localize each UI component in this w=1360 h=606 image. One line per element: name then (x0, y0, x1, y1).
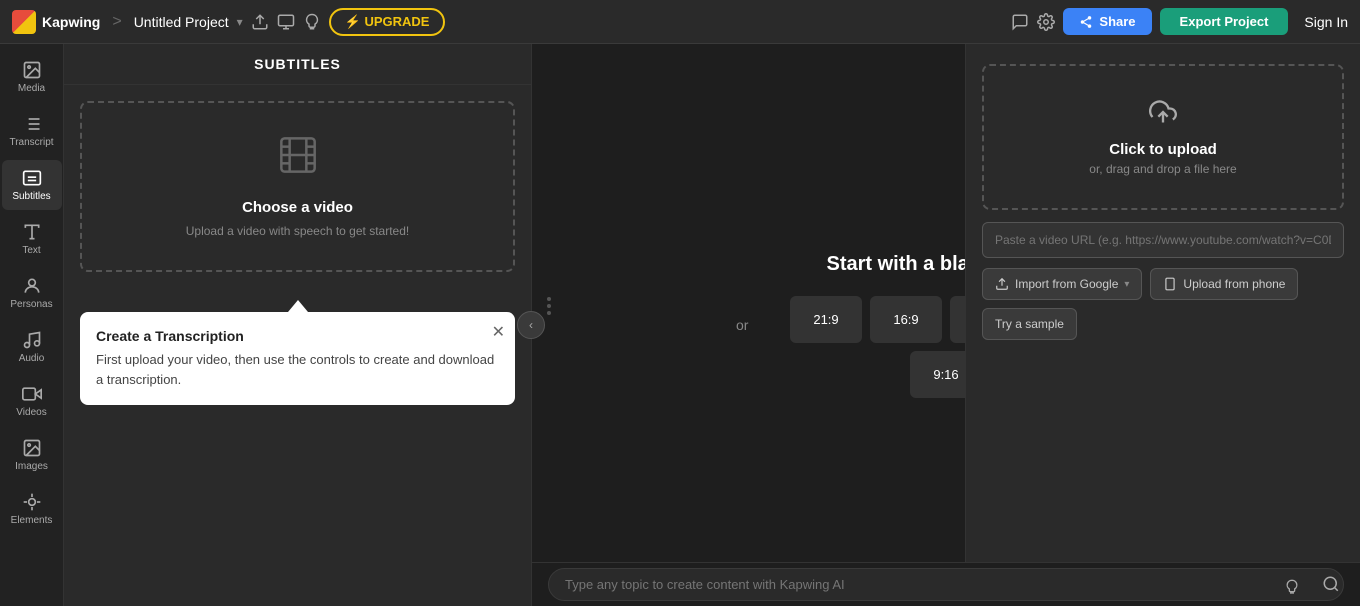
main-layout: Media Transcript Subtitles Text Personas… (0, 44, 1360, 606)
tooltip-arrow (288, 300, 308, 312)
upload-dropzone[interactable]: Click to upload or, drag and drop a file… (982, 64, 1344, 210)
sidebar-item-transcript[interactable]: Transcript (2, 106, 62, 156)
upload-phone-button[interactable]: Upload from phone (1150, 268, 1298, 300)
upload-click-text: Click to upload (1004, 141, 1322, 158)
sidebar-item-text[interactable]: Text (2, 214, 62, 264)
signin-button[interactable]: Sign In (1304, 14, 1348, 30)
tooltip-box: ✕ Create a Transcription First upload yo… (80, 312, 515, 405)
sidebar-item-audio[interactable]: Audio (2, 322, 62, 372)
upload-actions: Import from Google ▾ Upload from phone T… (982, 268, 1344, 340)
choose-video-title: Choose a video (242, 199, 353, 216)
tooltip-text: First upload your video, then use the co… (96, 350, 499, 389)
search-button[interactable] (1310, 562, 1352, 606)
upload-drag-text: or, drag and drop a file here (1004, 162, 1322, 176)
lightbulb-icon[interactable] (303, 13, 321, 31)
aspect-ratio-21-9[interactable]: 21:9 (790, 296, 862, 343)
or-label: or (736, 317, 748, 333)
upload-icon[interactable] (251, 13, 269, 31)
logo-icon (12, 10, 36, 34)
ai-prompt-input[interactable] (548, 568, 1344, 601)
share-button[interactable]: Share (1063, 8, 1151, 35)
tooltip-title: Create a Transcription (96, 328, 499, 344)
settings-icon[interactable] (1037, 13, 1055, 31)
url-input[interactable] (982, 222, 1344, 258)
aspect-ratio-16-9[interactable]: 16:9 (870, 296, 942, 343)
film-icon (278, 135, 318, 183)
sidebar-item-subtitles[interactable]: Subtitles (2, 160, 62, 210)
comment-icon[interactable] (1011, 13, 1029, 31)
project-chevron-icon[interactable]: ▾ (237, 15, 243, 29)
subtitles-panel: SUBTITLES Choose a video Upload a video … (64, 44, 532, 606)
choose-video-subtitle: Upload a video with speech to get starte… (186, 224, 409, 238)
sidebar-item-images[interactable]: Images (2, 430, 62, 480)
sidebar: Media Transcript Subtitles Text Personas… (0, 44, 64, 606)
sidebar-item-elements[interactable]: Elements (2, 484, 62, 534)
bottom-bar (532, 562, 1360, 606)
monitor-icon[interactable] (277, 13, 295, 31)
sidebar-item-media[interactable]: Media (2, 52, 62, 102)
upgrade-button[interactable]: ⚡ UPGRADE (329, 8, 446, 36)
sidebar-item-videos[interactable]: Videos (2, 376, 62, 426)
panel-title: SUBTITLES (64, 44, 531, 85)
topbar: Kapwing > Untitled Project ▾ ⚡ UPGRADE S… (0, 0, 1360, 44)
upload-area: Click to upload or, drag and drop a file… (965, 44, 1360, 562)
canvas-area: Start with a blank canvas 21:9 16:9 1:1 … (532, 44, 1360, 606)
upload-cloud-icon (1004, 98, 1322, 133)
sidebar-item-personas[interactable]: Personas (2, 268, 62, 318)
tooltip-close-button[interactable]: ✕ (492, 322, 505, 342)
tooltip-container: ✕ Create a Transcription First upload yo… (80, 312, 515, 405)
choose-video-box[interactable]: Choose a video Upload a video with speec… (80, 101, 515, 272)
project-title[interactable]: Untitled Project (134, 14, 229, 30)
brand-name: Kapwing (42, 14, 100, 30)
breadcrumb-sep: > (112, 13, 121, 31)
ai-lightbulb-icon[interactable] (1284, 579, 1300, 598)
import-google-button[interactable]: Import from Google ▾ (982, 268, 1142, 300)
panel-collapse-button[interactable]: ‹ (517, 311, 545, 339)
try-sample-button[interactable]: Try a sample (982, 308, 1077, 340)
logo[interactable]: Kapwing (12, 10, 100, 34)
export-button[interactable]: Export Project (1160, 8, 1289, 35)
